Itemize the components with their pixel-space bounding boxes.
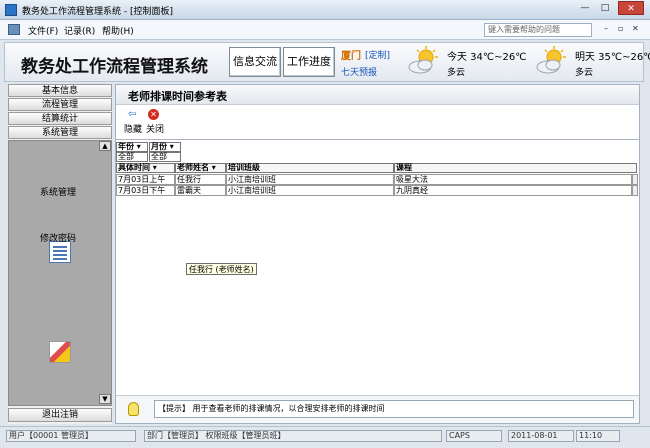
form-icon: [8, 24, 20, 35]
column-header-teacher[interactable]: 老师姓名 ▾: [175, 163, 226, 173]
arrow-left-icon[interactable]: ⇦: [128, 109, 136, 120]
city-link[interactable]: 厦门: [341, 47, 361, 62]
menu-help[interactable]: 帮助(H): [102, 24, 134, 37]
nav-group-stats[interactable]: 结算统计: [8, 112, 112, 125]
change-password-label[interactable]: 修改密码: [40, 231, 90, 244]
info-exchange-button[interactable]: 信息交流: [229, 47, 281, 77]
partly-cloudy-icon: [408, 46, 438, 74]
app-header: 教务处工作流程管理系统 信息交流 工作进度 厦门 [定制] 七天预报 今天 34…: [4, 42, 650, 82]
column-header-time[interactable]: 具体时间 ▾: [116, 163, 175, 173]
table-cell-time[interactable]: 7月03日下午: [116, 185, 175, 196]
status-department: 部门【管理员】 权限班级【管理员班】: [144, 430, 442, 442]
table-cell-course[interactable]: 吸星大法: [394, 174, 632, 185]
work-progress-button[interactable]: 工作进度: [283, 47, 335, 77]
seven-day-forecast-link[interactable]: 七天预报: [341, 65, 377, 78]
mdi-close-button[interactable]: ✕: [632, 24, 639, 33]
year-filter-header[interactable]: 年份 ▾: [116, 142, 148, 152]
table-cell-teacher[interactable]: 雷霸天: [175, 185, 226, 196]
row-scroll-button[interactable]: [632, 174, 638, 185]
status-caps: CAPS: [446, 430, 502, 442]
table-cell-class[interactable]: 小江南培训班: [226, 185, 394, 196]
minimize-button[interactable]: —: [576, 1, 594, 15]
status-bar: 用户【00001 管理员】 部门【管理员】 权限班级【管理员班】 CAPS 20…: [0, 426, 650, 448]
tomorrow-weather: 明天 35℃~26℃: [575, 52, 650, 63]
help-search-input[interactable]: 键入需要帮助的问题: [484, 23, 592, 37]
app-icon: [5, 4, 17, 16]
year-filter-value[interactable]: 全部: [116, 152, 148, 162]
table-cell-time[interactable]: 7月03日上午: [116, 174, 175, 185]
status-time: 11:10: [576, 430, 620, 442]
row-scroll-button[interactable]: [632, 185, 638, 196]
tomorrow-condition: 多云: [575, 68, 594, 78]
nav-group-process[interactable]: 流程管理: [8, 98, 112, 111]
today-condition: 多云: [447, 68, 466, 78]
left-nav: 基本信息 流程管理 结算统计 系统管理 ▲ ▼ 系统管理 修改密码 退出注销: [8, 84, 112, 424]
title-bar: 教务处工作流程管理系统 - [控制面板] — □ ✕: [0, 0, 650, 20]
checklist-icon[interactable]: [49, 241, 71, 263]
maximize-button[interactable]: □: [596, 1, 614, 15]
pencil-icon[interactable]: [49, 341, 71, 363]
close-button[interactable]: 关闭: [146, 122, 164, 135]
hint-text: 【提示】 用于查看老师的排课情况，以合理安排老师的排课时间: [154, 400, 634, 418]
hide-button[interactable]: 隐藏: [124, 122, 142, 135]
nav-group-basic-info[interactable]: 基本信息: [8, 84, 112, 97]
lightbulb-icon: [128, 402, 139, 416]
customize-link[interactable]: [定制]: [365, 48, 390, 61]
app-title: 教务处工作流程管理系统: [21, 57, 208, 77]
mdi-minimize-button[interactable]: –: [604, 24, 608, 33]
logout-button[interactable]: 退出注销: [8, 408, 112, 422]
hint-bar: 【提示】 用于查看老师的排课情况，以合理安排老师的排课时间: [116, 395, 639, 423]
tooltip: 任我行 (老师姓名): [186, 263, 257, 275]
close-icon[interactable]: ✕: [148, 109, 159, 120]
column-header-course[interactable]: 课程: [394, 163, 637, 173]
mdi-restore-button[interactable]: ▫: [618, 24, 623, 33]
window-title: 教务处工作流程管理系统 - [控制面板]: [22, 7, 173, 17]
menu-file[interactable]: 文件(F): [28, 24, 58, 37]
close-window-button[interactable]: ✕: [618, 1, 644, 15]
panel-title: 老师排课时间参考表: [128, 90, 227, 103]
status-date: 2011-08-01: [508, 430, 574, 442]
column-header-class[interactable]: 培训班级: [226, 163, 394, 173]
menu-bar: 文件(F) 记录(R) 帮助(H) 键入需要帮助的问题 – ▫ ✕: [0, 20, 650, 40]
month-filter-value[interactable]: 全部: [149, 152, 181, 162]
scroll-up-button[interactable]: ▲: [99, 141, 111, 151]
status-user: 用户【00001 管理员】: [6, 430, 136, 442]
nav-tool-area: ▲ ▼: [8, 140, 112, 406]
table-cell-class[interactable]: 小江南培训班: [226, 174, 394, 185]
system-management-label[interactable]: 系统管理: [40, 185, 90, 198]
table-cell-teacher[interactable]: 任我行: [175, 174, 226, 185]
schedule-table: 年份 ▾ 月份 ▾ 全部 全部 具体时间 ▾ 老师姓名 ▾ 培训班级 课程 7月…: [116, 139, 639, 391]
menu-records[interactable]: 记录(R): [64, 24, 95, 37]
nav-group-system[interactable]: 系统管理: [8, 126, 112, 139]
panel-title-bar: 老师排课时间参考表: [116, 85, 639, 105]
main-panel: 老师排课时间参考表 ⇦ 隐藏 ✕ 关闭 年份 ▾ 月份 ▾ 全部 全部 具体时间…: [115, 84, 640, 424]
partly-cloudy-icon: [536, 46, 566, 74]
month-filter-header[interactable]: 月份 ▾: [149, 142, 181, 152]
table-cell-course[interactable]: 九阴真经: [394, 185, 632, 196]
panel-toolbar: ⇦ 隐藏 ✕ 关闭: [116, 107, 639, 137]
today-weather: 今天 34℃~26℃: [447, 52, 527, 63]
scroll-down-button[interactable]: ▼: [99, 394, 111, 404]
